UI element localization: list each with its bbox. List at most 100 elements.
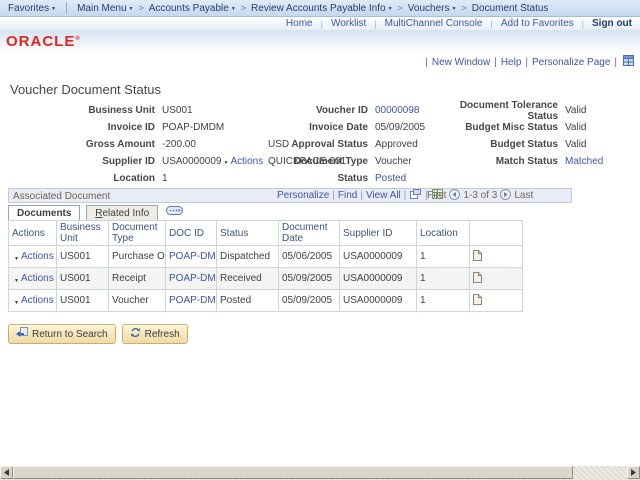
cell-business-unit: US001 bbox=[57, 246, 109, 268]
col-location: Location bbox=[417, 221, 470, 246]
sign-out-link[interactable]: Sign out bbox=[592, 18, 632, 29]
scroll-right-button[interactable] bbox=[627, 466, 640, 479]
scroll-left-button[interactable] bbox=[0, 466, 13, 479]
cell-supplier-id: USA0000009 bbox=[340, 246, 417, 268]
cell-document-date: 05/06/2005 bbox=[279, 246, 340, 268]
next-row-icon[interactable] bbox=[500, 189, 511, 205]
show-all-columns-icon[interactable] bbox=[166, 206, 183, 218]
find-link[interactable]: Find bbox=[338, 188, 357, 203]
gross-amount-label: Gross Amount bbox=[8, 139, 155, 150]
approval-status-label: Approval Status bbox=[272, 139, 368, 150]
cell-business-unit: US001 bbox=[57, 290, 109, 312]
cell-supplier-id: USA0000009 bbox=[340, 290, 417, 312]
separator: | bbox=[525, 57, 528, 68]
refresh-button[interactable]: Refresh bbox=[122, 324, 188, 344]
breadcrumb-main-menu[interactable]: Main Menu▼ bbox=[77, 3, 133, 14]
table-row: ▼Actions US001 Receipt POAP-DM Received … bbox=[9, 268, 523, 290]
cell-document-date: 05/09/2005 bbox=[279, 268, 340, 290]
separator: | bbox=[332, 188, 335, 203]
invoice-id-value: POAP-DMDM bbox=[162, 122, 224, 133]
row-actions-dropdown-icon[interactable]: ▼ bbox=[14, 256, 19, 262]
zoom-popup-icon[interactable] bbox=[410, 189, 421, 204]
document-type-value: Voucher bbox=[375, 156, 412, 167]
doc-id-link[interactable]: POAP-DM bbox=[169, 273, 216, 284]
return-to-search-button[interactable]: Return to Search bbox=[8, 324, 116, 344]
pager-first-label[interactable]: First bbox=[427, 188, 446, 203]
view-all-link[interactable]: View All bbox=[366, 188, 401, 203]
separator: | bbox=[374, 19, 376, 29]
horizontal-scrollbar[interactable] bbox=[0, 466, 640, 480]
tab-related-info[interactable]: Related Info bbox=[86, 205, 158, 220]
cell-document-type: Purchase Order bbox=[109, 246, 166, 268]
breadcrumb-vouchers[interactable]: Vouchers▼ bbox=[408, 3, 457, 14]
scrollbar-thumb[interactable] bbox=[13, 466, 573, 479]
chevron-down-icon: ▼ bbox=[51, 6, 56, 12]
breadcrumb-separator: > bbox=[241, 3, 246, 13]
breadcrumb-separator: > bbox=[398, 3, 403, 13]
supplier-actions-dropdown-icon[interactable]: ▼ bbox=[224, 160, 229, 166]
voucher-id-link[interactable]: 00000098 bbox=[375, 105, 420, 116]
cell-location: 1 bbox=[417, 246, 470, 268]
separator: | bbox=[614, 57, 617, 68]
cell-document-type: Receipt bbox=[109, 268, 166, 290]
separator: | bbox=[582, 19, 584, 29]
breadcrumb-document-status: Document Status bbox=[472, 3, 549, 14]
document-report-icon[interactable] bbox=[473, 297, 482, 308]
col-doc-id: DOC ID bbox=[166, 221, 217, 246]
row-actions-dropdown-icon[interactable]: ▼ bbox=[14, 278, 19, 284]
cell-location: 1 bbox=[417, 268, 470, 290]
cell-document-type: Voucher bbox=[109, 290, 166, 312]
row-actions-link[interactable]: Actions bbox=[21, 273, 54, 284]
row-actions-dropdown-icon[interactable]: ▼ bbox=[14, 300, 19, 306]
personalize-layout-icon[interactable] bbox=[623, 55, 634, 69]
match-status-link[interactable]: Matched bbox=[565, 156, 603, 167]
pager-range: 1-3 of 3 bbox=[463, 188, 497, 203]
status-link[interactable]: Posted bbox=[375, 173, 406, 184]
approval-status-value: Approved bbox=[375, 139, 418, 150]
breadcrumb-separator: > bbox=[139, 3, 144, 13]
section-title: Associated Document bbox=[13, 191, 110, 202]
chevron-down-icon: ▼ bbox=[129, 6, 134, 12]
favorites-menu[interactable]: Favorites▼ bbox=[8, 3, 56, 14]
supplier-id-value: USA0000009 bbox=[162, 156, 222, 167]
previous-row-icon[interactable] bbox=[449, 189, 460, 205]
col-report-icon bbox=[470, 221, 523, 246]
pager-last-label[interactable]: Last bbox=[514, 188, 533, 203]
separator: | bbox=[491, 19, 493, 29]
col-document-date: Document Date bbox=[279, 221, 340, 246]
help-link[interactable]: Help bbox=[501, 57, 522, 68]
chevron-down-icon: ▼ bbox=[388, 6, 393, 12]
breadcrumb-accounts-payable[interactable]: Accounts Payable▼ bbox=[149, 3, 236, 14]
worklist-link[interactable]: Worklist bbox=[331, 18, 366, 29]
page-title: Voucher Document Status bbox=[10, 82, 161, 97]
multichannel-console-link[interactable]: MultiChannel Console bbox=[385, 18, 483, 29]
cell-status: Posted bbox=[217, 290, 279, 312]
cell-business-unit: US001 bbox=[57, 268, 109, 290]
col-document-type: Document Type bbox=[109, 221, 166, 246]
home-link[interactable]: Home bbox=[286, 18, 313, 29]
invoice-date-label: Invoice Date bbox=[272, 122, 368, 133]
document-report-icon[interactable] bbox=[473, 253, 482, 264]
doc-id-link[interactable]: POAP-DM bbox=[169, 295, 216, 306]
header-band: ORACLE® bbox=[0, 30, 640, 53]
cell-status: Received bbox=[217, 268, 279, 290]
invoice-date-value: 05/09/2005 bbox=[375, 122, 425, 133]
doc-id-link[interactable]: POAP-DM bbox=[169, 251, 216, 262]
row-actions-link[interactable]: Actions bbox=[21, 251, 54, 262]
refresh-icon bbox=[130, 327, 141, 341]
breadcrumb-separator: > bbox=[461, 3, 466, 13]
new-window-link[interactable]: New Window bbox=[432, 57, 490, 68]
budget-status-label: Budget Status bbox=[434, 139, 558, 150]
personalize-link[interactable]: Personalize bbox=[277, 188, 329, 203]
separator: | bbox=[321, 19, 323, 29]
match-status-label: Match Status bbox=[434, 156, 558, 167]
breadcrumb-review-ap-info[interactable]: Review Accounts Payable Info▼ bbox=[251, 3, 392, 14]
separator: | bbox=[360, 188, 363, 203]
add-to-favorites-link[interactable]: Add to Favorites bbox=[501, 18, 574, 29]
document-report-icon[interactable] bbox=[473, 275, 482, 286]
tab-documents[interactable]: Documents bbox=[8, 205, 80, 220]
grid-pager: First 1-3 of 3 Last bbox=[427, 189, 533, 202]
personalize-page-link[interactable]: Personalize Page bbox=[532, 57, 610, 68]
supplier-actions-link[interactable]: Actions bbox=[230, 156, 263, 167]
row-actions-link[interactable]: Actions bbox=[21, 295, 54, 306]
